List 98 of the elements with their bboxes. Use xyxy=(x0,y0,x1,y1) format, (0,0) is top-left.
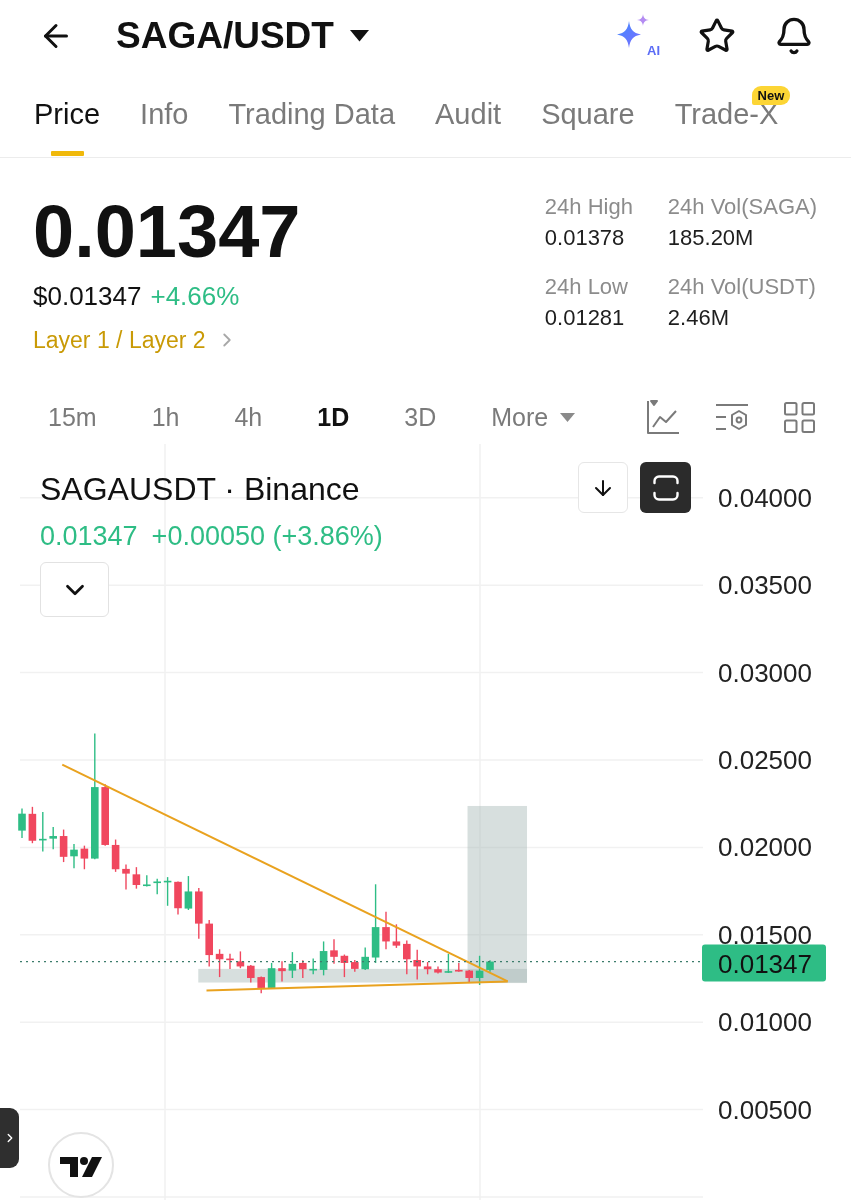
legend-price: 0.01347 xyxy=(40,520,138,553)
candle xyxy=(267,962,276,990)
candle xyxy=(455,962,463,973)
candle xyxy=(70,843,78,869)
sparkle-icon xyxy=(616,14,650,48)
interval-tab[interactable]: 3D xyxy=(404,402,437,432)
tab[interactable]: Square xyxy=(541,72,635,157)
candle xyxy=(288,951,297,979)
favorite-button[interactable] xyxy=(698,17,736,55)
candle xyxy=(465,969,473,984)
candle xyxy=(413,948,421,981)
candle xyxy=(382,911,390,950)
candle xyxy=(174,880,182,916)
candle xyxy=(18,807,26,839)
candle xyxy=(28,806,37,844)
stat-label: 24h Low xyxy=(544,273,629,301)
category-link[interactable]: Layer 1 / Layer 2 xyxy=(33,325,238,355)
tab[interactable]: Trading Data xyxy=(228,72,396,157)
tab[interactable]: Audit xyxy=(435,72,502,157)
candle xyxy=(205,919,213,968)
stat-label: 24h Vol(USDT) xyxy=(667,273,817,301)
candle xyxy=(236,950,245,969)
candle xyxy=(153,878,161,895)
caret-down-icon xyxy=(349,30,369,42)
candle xyxy=(330,938,338,965)
candle xyxy=(340,953,349,978)
interval-tab[interactable]: 1h xyxy=(151,402,180,432)
line-chart-icon xyxy=(646,400,680,434)
stat-value: 0.01378 xyxy=(544,224,626,252)
candle xyxy=(247,964,255,984)
more-intervals-button[interactable]: More xyxy=(491,402,576,432)
candle xyxy=(215,948,224,978)
candle xyxy=(257,975,265,994)
price-change: +4.66% xyxy=(150,281,240,311)
candle xyxy=(195,887,203,940)
stat-value: 0.01281 xyxy=(544,304,626,332)
axis-label: 0.01000 xyxy=(718,1007,812,1038)
legend-toggle-button[interactable] xyxy=(40,562,109,617)
candle xyxy=(299,959,307,979)
stat-value: 2.46M xyxy=(667,304,730,332)
candle xyxy=(278,960,286,983)
stat-label: 24h High xyxy=(544,193,634,221)
price-tag: 0.01347 xyxy=(702,944,826,982)
candle xyxy=(486,959,494,973)
tab[interactable]: Price xyxy=(34,72,101,157)
grid-icon xyxy=(784,401,815,433)
interval-tab[interactable]: 4h xyxy=(234,402,263,432)
stat-label: 24h Vol(SAGA) xyxy=(667,193,817,221)
candle xyxy=(39,811,47,853)
candle xyxy=(226,953,234,970)
candle xyxy=(132,866,141,890)
candle xyxy=(101,783,109,847)
frame-corners-icon xyxy=(652,474,679,501)
candle xyxy=(351,959,359,973)
bell-icon xyxy=(774,16,814,56)
tab[interactable]: Trade-X New xyxy=(674,72,791,157)
candle xyxy=(184,875,193,911)
axis-label: 0.04000 xyxy=(718,482,812,513)
arrow-down-button[interactable] xyxy=(578,462,628,513)
usd-price: $0.01347 xyxy=(33,281,142,311)
candle xyxy=(122,863,130,891)
candle xyxy=(403,939,411,975)
candle xyxy=(111,838,120,873)
notification-button[interactable] xyxy=(774,16,814,56)
candle xyxy=(423,961,432,975)
candle xyxy=(361,946,369,971)
axis-label: 0.00500 xyxy=(718,1094,812,1125)
candle xyxy=(392,923,401,949)
interval-tab[interactable]: 15m xyxy=(48,402,97,432)
legend-change: +0.00050 (+3.86%) xyxy=(151,520,383,553)
candle xyxy=(475,955,484,986)
candle xyxy=(319,940,328,977)
ai-assistant-button[interactable]: AI xyxy=(616,14,660,58)
stat-value: 185.20M xyxy=(667,224,755,252)
axis-label: 0.02500 xyxy=(718,745,812,775)
candle xyxy=(80,844,89,870)
axis-label: 0.03500 xyxy=(718,570,812,601)
candle xyxy=(49,826,57,851)
candle xyxy=(309,957,317,975)
last-price: 0.01347 xyxy=(33,195,301,269)
candle xyxy=(444,953,453,974)
axis-label: 0.02000 xyxy=(718,832,812,863)
chart-symbol: SAGAUSDT · Binance xyxy=(40,470,360,509)
fullscreen-button[interactable] xyxy=(640,462,691,513)
candle xyxy=(143,874,151,888)
pair-selector[interactable]: SAGA/USDT xyxy=(116,15,369,57)
star-icon xyxy=(698,17,736,55)
new-badge: New xyxy=(751,86,791,105)
candle xyxy=(59,828,68,863)
caret-down-icon xyxy=(560,412,576,422)
expand-handle[interactable] xyxy=(0,1108,19,1168)
interval-tab[interactable]: 1D xyxy=(317,402,350,432)
axis-label: 0.03000 xyxy=(718,657,812,688)
layout-button[interactable] xyxy=(784,401,815,433)
chart-type-button[interactable] xyxy=(646,400,680,434)
tab[interactable]: Info xyxy=(140,72,189,157)
candle xyxy=(434,965,442,975)
candle xyxy=(163,876,172,907)
